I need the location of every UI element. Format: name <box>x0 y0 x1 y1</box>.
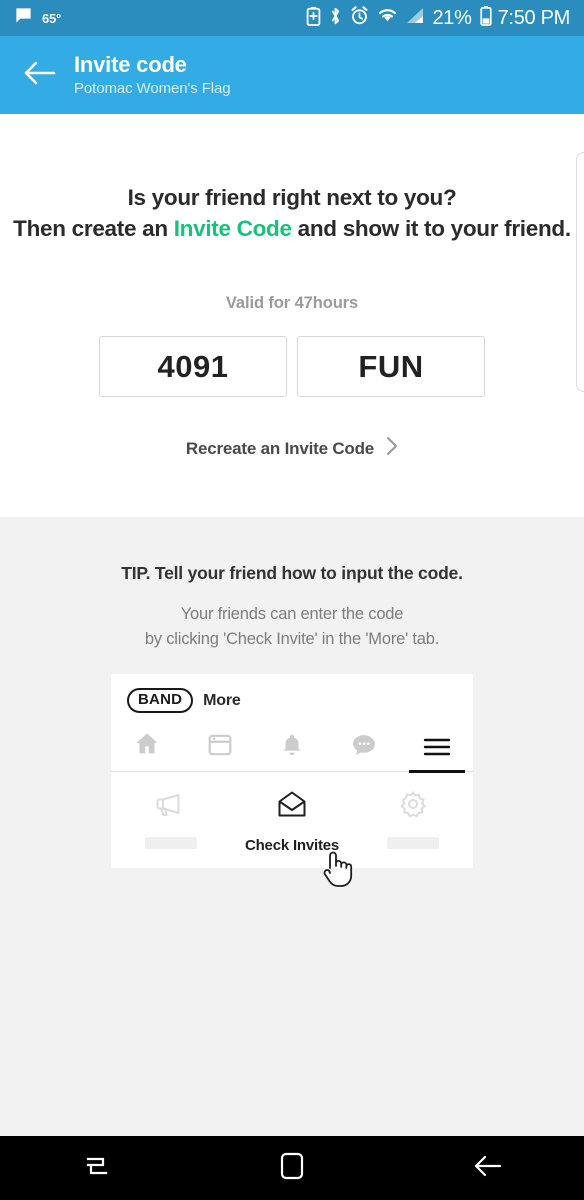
gear-icon <box>396 788 430 825</box>
invite-code-section: Is your friend right next to you? Then c… <box>0 114 584 517</box>
recents-button[interactable] <box>0 1136 195 1200</box>
tip-title: TIP. Tell your friend how to input the c… <box>121 563 463 583</box>
page-title: Invite code <box>74 51 187 77</box>
tip-body: Your friends can enter the code by click… <box>0 602 584 652</box>
headline-accent: Invite Code <box>173 216 292 241</box>
app-bar: Invite code Potomac Women's Flag <box>0 36 584 114</box>
illustration-menu-item-check-invites[interactable]: Check Invites <box>232 788 353 854</box>
status-bar: 65° 21% 7:50 PM <box>0 0 584 36</box>
wifi-icon <box>377 7 398 29</box>
signal-icon <box>406 7 424 29</box>
illustration-top-bar: BAND More <box>111 674 473 723</box>
offscreen-card-edge <box>576 152 584 392</box>
headline-line-1: Is your friend right next to you? <box>127 185 457 210</box>
pointing-hand-cursor <box>314 846 356 895</box>
tip-body-line-1: Your friends can enter the code <box>180 605 404 623</box>
chat-bubble-icon <box>14 6 33 30</box>
clock-label: 7:50 PM <box>497 6 571 29</box>
illustration-screen-label: More <box>203 691 241 709</box>
battery-percent-label: 21% <box>432 6 472 29</box>
home-button[interactable] <box>195 1136 390 1200</box>
page-subtitle: Potomac Women's Flag <box>74 79 231 97</box>
headline-suffix: and show it to your friend. <box>291 216 571 241</box>
illustration-tab-home <box>111 723 183 771</box>
invite-code-part-1[interactable]: 4091 <box>99 336 287 397</box>
open-envelope-icon <box>274 788 310 825</box>
status-bar-right: 21% 7:50 PM <box>306 5 570 31</box>
illustration-card: BAND More Check Invites <box>111 674 473 868</box>
megaphone-icon <box>153 788 189 825</box>
illustration-menu-row: Check Invites <box>111 772 473 868</box>
android-nav-bar <box>0 1136 584 1200</box>
illustration-menu-item-settings <box>352 788 473 854</box>
validity-label: Valid for 47hours <box>225 294 359 312</box>
recreate-invite-code-button[interactable]: Recreate an Invite Code <box>0 436 584 461</box>
board-icon <box>207 732 233 763</box>
invite-code-part-2[interactable]: FUN <box>297 336 485 397</box>
illustration-tab-notifications <box>256 723 328 771</box>
status-bar-left: 65° <box>14 6 61 30</box>
hamburger-menu-icon <box>423 736 451 763</box>
battery-icon <box>479 5 492 31</box>
chevron-right-icon <box>386 436 398 461</box>
bell-icon <box>279 732 305 763</box>
home-icon <box>133 730 161 763</box>
bluetooth-icon <box>329 6 342 31</box>
headline-prefix: Then create an <box>13 216 174 241</box>
recents-icon <box>82 1153 112 1184</box>
headline-line-2: Then create an Invite Code and show it t… <box>0 213 584 244</box>
back-arrow-icon <box>471 1153 503 1184</box>
illustration-menu-label-placeholder <box>145 837 198 849</box>
alarm-icon <box>350 6 369 30</box>
back-arrow-icon <box>23 59 57 92</box>
chat-icon <box>351 731 378 763</box>
back-button[interactable] <box>389 1136 584 1200</box>
illustration-tab-more <box>401 723 473 773</box>
tip-section: TIP. Tell your friend how to input the c… <box>0 517 584 1136</box>
band-logo: BAND <box>127 688 194 713</box>
illustration-tab-board <box>183 723 255 771</box>
status-bar-temperature: 65° <box>42 10 62 26</box>
headline: Is your friend right next to you? Then c… <box>0 114 584 244</box>
invite-code-row: 4091 FUN <box>0 336 584 397</box>
illustration-menu-item-notice <box>111 788 232 854</box>
illustration-menu-label-placeholder <box>386 837 439 849</box>
illustration-tab-chat <box>328 723 400 771</box>
app-bar-titles: Invite code Potomac Women's Flag <box>74 51 231 99</box>
back-button[interactable] <box>14 49 66 101</box>
battery-saver-icon <box>306 6 321 31</box>
tip-body-line-2: by clicking 'Check Invite' in the 'More'… <box>144 630 440 648</box>
illustration-tab-bar <box>111 723 473 773</box>
illustration: BAND More Check Invites <box>111 674 473 887</box>
recreate-invite-code-label: Recreate an Invite Code <box>185 438 375 458</box>
home-square-icon <box>279 1151 305 1186</box>
